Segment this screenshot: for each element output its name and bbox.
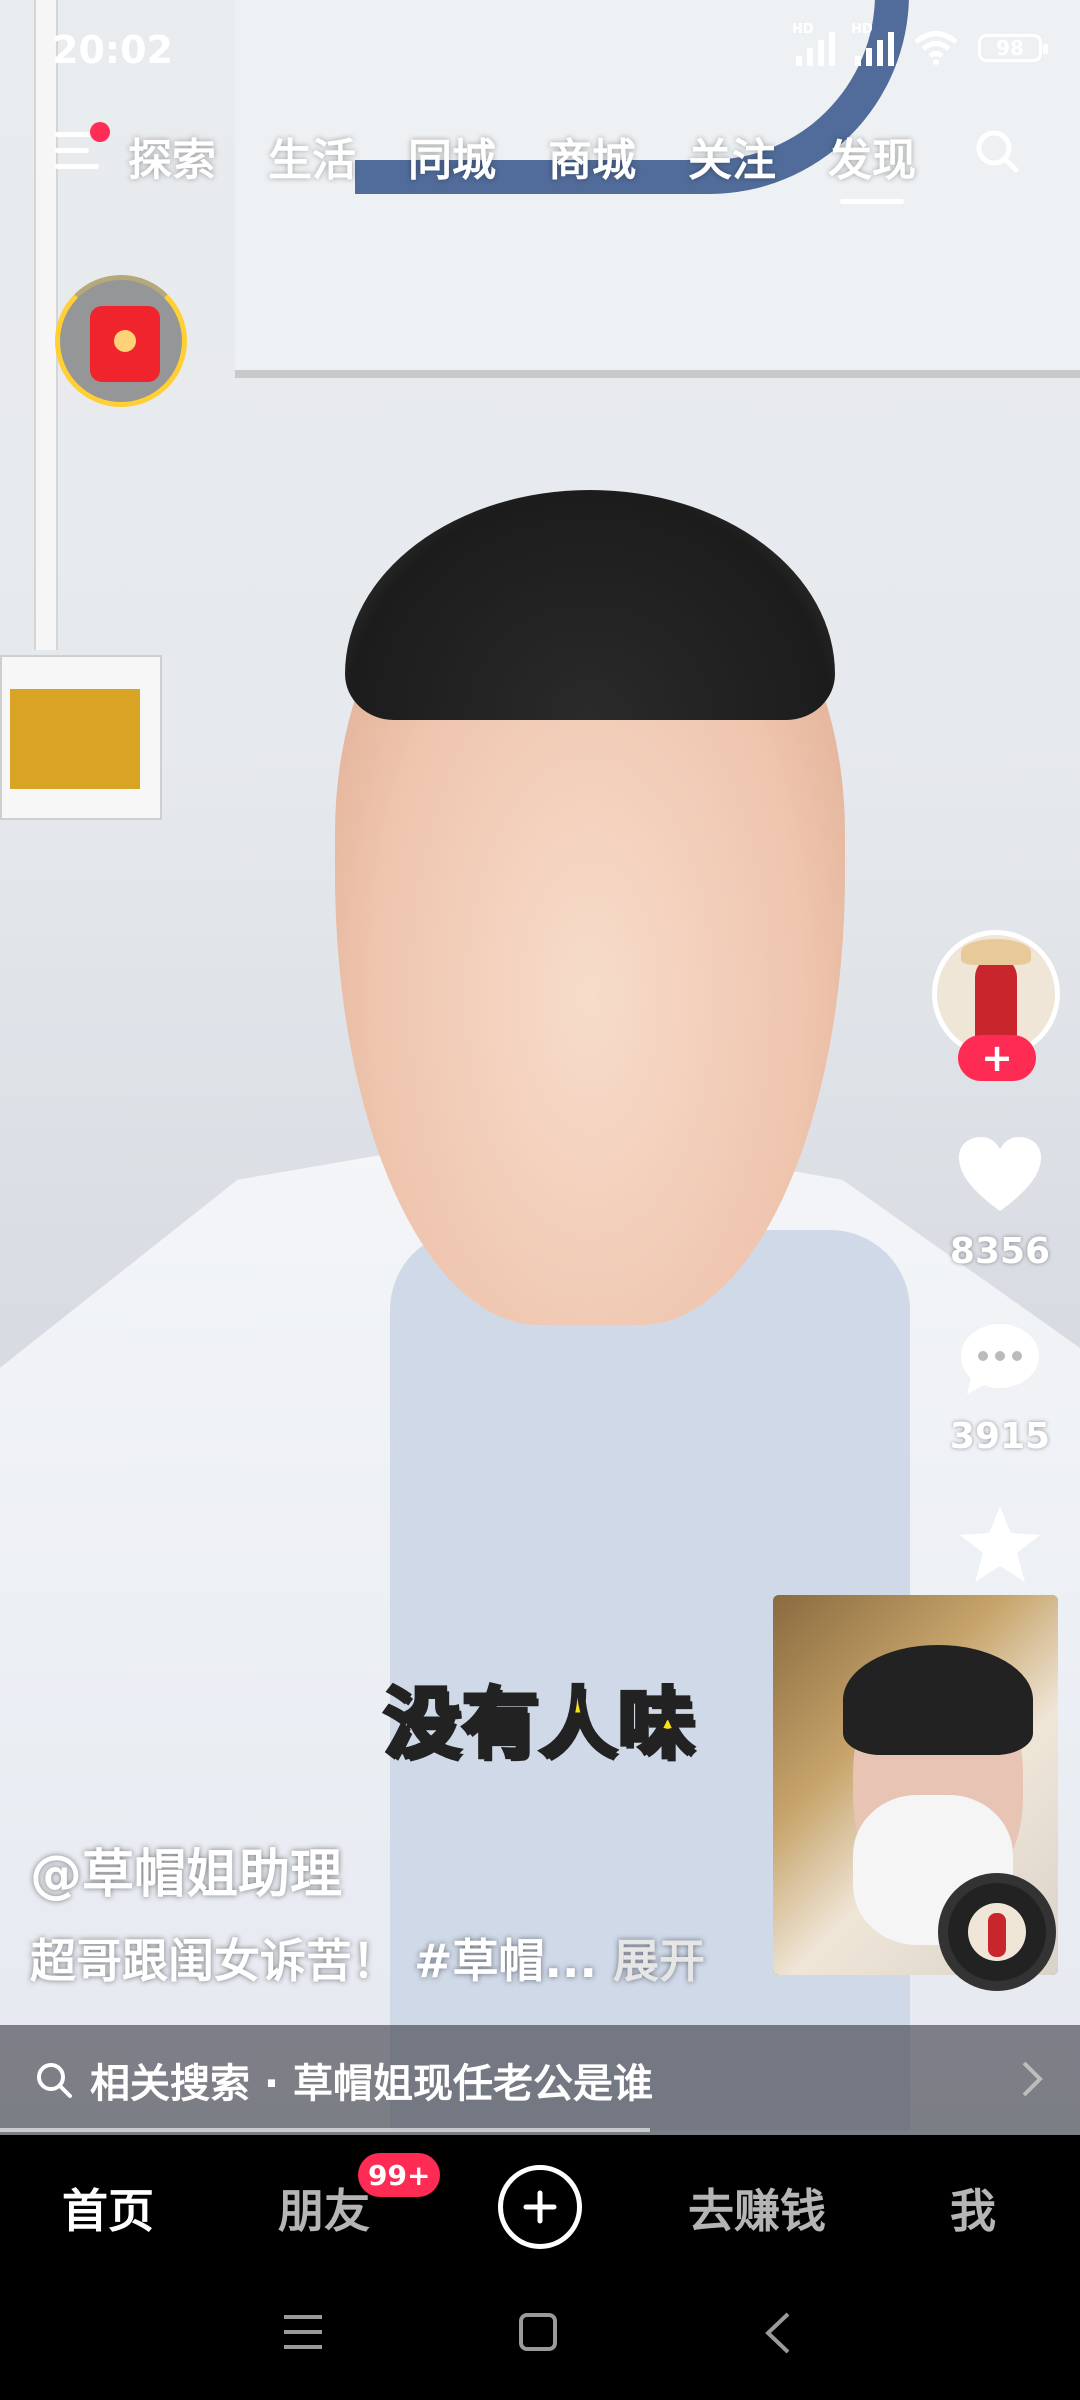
star-icon xyxy=(960,1507,1040,1582)
tab-explore[interactable]: 探索 xyxy=(128,124,216,188)
recent-apps-button[interactable] xyxy=(284,2315,322,2349)
system-navigation xyxy=(0,2275,1080,2400)
video-progress-bar[interactable] xyxy=(0,2128,650,2132)
comment-count: 3915 xyxy=(949,1416,1051,1457)
search-icon xyxy=(37,2063,72,2098)
tab-nearby[interactable]: 同城 xyxy=(408,124,496,188)
like-button[interactable]: 8356 xyxy=(940,1135,1060,1272)
follow-button[interactable]: + xyxy=(958,1035,1036,1081)
top-tabs: 探索 生活 同城 商城 关注 发现 xyxy=(128,124,916,204)
battery-icon: 98 xyxy=(978,34,1048,62)
home-button[interactable] xyxy=(519,2313,557,2351)
music-disc-button[interactable] xyxy=(938,1873,1056,1991)
top-navigation: 探索 生活 同城 商城 关注 发现 xyxy=(0,118,1080,204)
signal-icon: HD xyxy=(792,22,835,66)
search-icon[interactable] xyxy=(974,128,1020,174)
status-icons: HD HD 98 xyxy=(792,22,1048,66)
back-icon[interactable] xyxy=(758,2310,798,2356)
plus-icon xyxy=(523,2190,557,2224)
red-envelope-icon xyxy=(90,306,160,382)
tab-life[interactable]: 生活 xyxy=(268,124,356,188)
nav-home[interactable]: 首页 xyxy=(62,2175,154,2241)
author-name[interactable]: @草帽姐助理 xyxy=(30,1832,342,1907)
heart-icon xyxy=(959,1137,1041,1211)
friends-badge: 99+ xyxy=(358,2153,441,2197)
tab-mall[interactable]: 商城 xyxy=(548,124,636,188)
video-description: 超哥跟闺女诉苦！ #草帽... 展开 xyxy=(30,1925,705,1991)
background-warning-sign xyxy=(0,655,162,820)
status-bar: 20:02 HD HD 98 xyxy=(0,0,1080,100)
add-video-button[interactable] xyxy=(498,2165,582,2249)
related-search-text: 相关搜索 · 草帽姐现任老公是谁 xyxy=(90,2061,654,2107)
description-text: 超哥跟闺女诉苦！ #草帽... xyxy=(30,1934,597,1988)
like-count: 8356 xyxy=(949,1231,1051,1272)
chevron-right-icon xyxy=(1022,2061,1043,2097)
status-time: 20:02 xyxy=(52,28,173,72)
wifi-icon xyxy=(914,31,958,65)
nav-earn[interactable]: 去赚钱 xyxy=(688,2175,826,2241)
related-search-bar[interactable]: 相关搜索 · 草帽姐现任老公是谁 xyxy=(0,2025,1080,2135)
nav-friends[interactable]: 朋友 xyxy=(278,2175,370,2241)
signal-icon-2: HD xyxy=(851,22,894,66)
tab-discover[interactable]: 发现 xyxy=(828,124,916,204)
nav-me[interactable]: 我 xyxy=(950,2175,996,2241)
notification-dot xyxy=(90,122,110,142)
expand-link[interactable]: 展开 xyxy=(613,1934,705,1988)
tab-following[interactable]: 关注 xyxy=(688,124,776,188)
person-hair xyxy=(345,490,835,720)
bottom-navigation: 首页 朋友 99+ 去赚钱 我 xyxy=(0,2135,1080,2275)
comment-button[interactable]: 3915 xyxy=(940,1320,1060,1457)
red-packet-button[interactable] xyxy=(55,275,187,407)
comment-icon xyxy=(961,1324,1039,1394)
